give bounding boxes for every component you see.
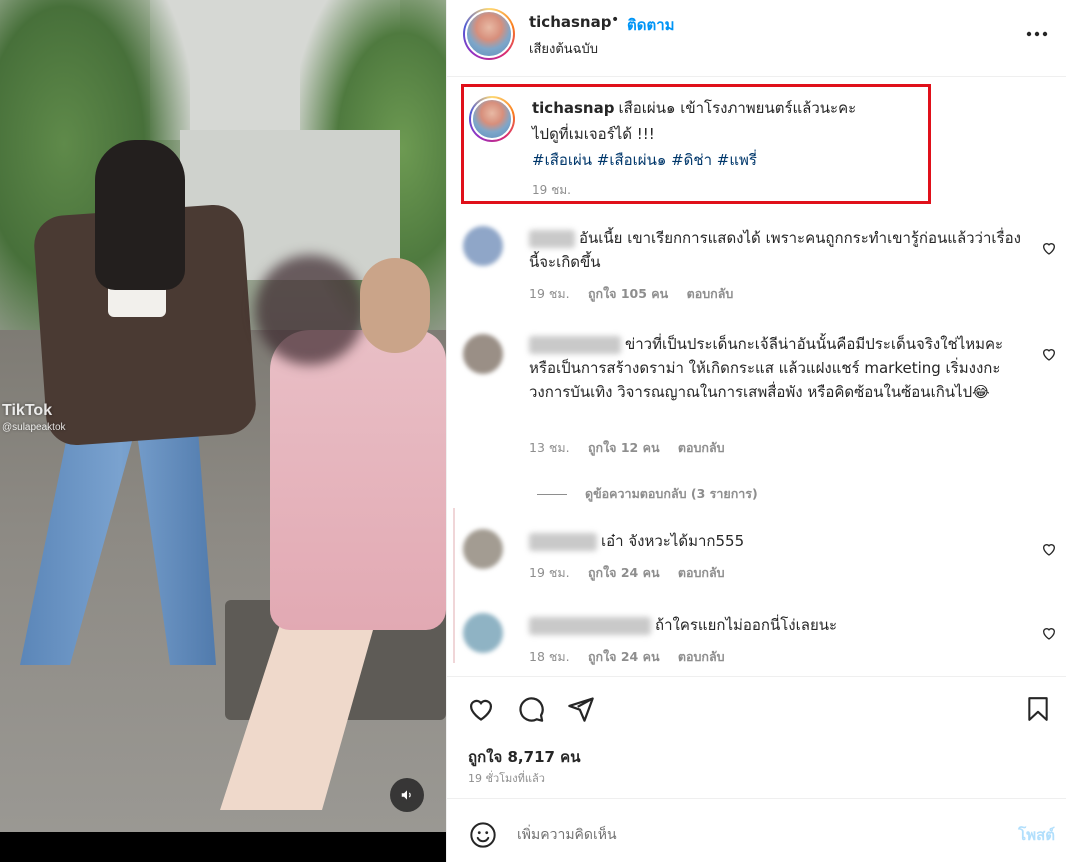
- comment-input[interactable]: [517, 823, 977, 847]
- commenter-name-blurred[interactable]: [529, 532, 597, 551]
- comment-meta: 13 ชม. ถูกใจ 12 คน ตอบกลับ: [529, 438, 739, 458]
- comment-meta: 19 ชม. ถูกใจ 24 คน ตอบกลับ: [529, 563, 739, 583]
- comment-likes[interactable]: ถูกใจ 24 คน: [588, 649, 660, 664]
- more-icon: [1026, 31, 1048, 37]
- view-replies-button[interactable]: ดูข้อความตอบกลับ (3 รายการ): [537, 484, 758, 504]
- tiktok-watermark: TikTok @sulapeaktok: [2, 402, 66, 433]
- caption-username[interactable]: tichasnap: [532, 99, 614, 117]
- post-media: TikTok @sulapeaktok: [0, 0, 446, 862]
- nested-replies-indicator: [453, 508, 455, 663]
- heart-icon: [1042, 243, 1056, 255]
- commenter-name-blurred[interactable]: [529, 335, 621, 354]
- more-options-button[interactable]: [1025, 22, 1049, 46]
- video-player[interactable]: [0, 0, 446, 832]
- comment-button[interactable]: [515, 693, 547, 725]
- heart-icon: [469, 699, 493, 721]
- comment-composer: โพสต์: [447, 798, 1066, 862]
- like-button[interactable]: [465, 693, 497, 725]
- post-dialog: TikTok @sulapeaktok tichasnap • ติดตาม เ…: [0, 0, 1066, 862]
- comment-reply-button[interactable]: ตอบกลับ: [678, 565, 725, 580]
- heart-icon: [1042, 544, 1056, 556]
- comment-text: ถ้าใครแยกไม่ออกนี่โง่เลยนะ: [655, 616, 838, 634]
- comment-meta: 19 ชม. ถูกใจ 105 คน ตอบกลับ: [529, 284, 747, 304]
- share-button[interactable]: [565, 693, 597, 725]
- heart-icon: [1042, 349, 1056, 361]
- watermark-handle: @sulapeaktok: [2, 422, 66, 433]
- save-button[interactable]: [1022, 693, 1054, 725]
- comment-reply-button[interactable]: ตอบกลับ: [678, 649, 725, 664]
- commenter-name-blurred[interactable]: [529, 229, 575, 248]
- comment-text: เอ๋า จังหวะได้มาก555: [601, 532, 745, 550]
- post-actions: ถูกใจ 8,717 คน 19 ชั่วโมงที่แล้ว: [447, 676, 1066, 798]
- caption-line-2: ไปดูที่เมเจอร์ได้ !!!: [532, 125, 655, 143]
- comment-text-block: เอ๋า จังหวะได้มาก555: [529, 529, 1029, 553]
- comment-time: 19 ชม.: [529, 565, 570, 580]
- post-comment-button[interactable]: โพสต์: [1018, 823, 1055, 847]
- comment-text-block: ถ้าใครแยกไม่ออกนี่โง่เลยนะ: [529, 613, 1029, 637]
- author-username[interactable]: tichasnap: [529, 13, 611, 31]
- comment-text: อันเนี้ย เขาเรียกการแสดงได้ เพราะคนถูกกร…: [529, 229, 1021, 271]
- caption-author-avatar[interactable]: [469, 96, 515, 142]
- post-sidebar: tichasnap • ติดตาม เสียงต้นฉบับ tichasna…: [446, 0, 1066, 862]
- watermark-brand: TikTok: [2, 402, 53, 419]
- caption-time: 19 ชม.: [532, 183, 571, 197]
- comment-like-button[interactable]: [1041, 346, 1057, 362]
- person-left-hair: [95, 140, 185, 290]
- comment-like-button[interactable]: [1041, 541, 1057, 557]
- share-icon: [568, 697, 594, 722]
- speaker-icon: [401, 790, 411, 800]
- person-right-head: [360, 258, 430, 353]
- likes-count[interactable]: ถูกใจ 8,717 คน: [468, 745, 580, 769]
- emoji-button[interactable]: [469, 821, 497, 849]
- emoji-icon: [470, 822, 496, 848]
- author-avatar[interactable]: [463, 8, 515, 60]
- comment-text-block: อันเนี้ย เขาเรียกการแสดงได้ เพราะคนถูกกร…: [529, 226, 1029, 274]
- commenter-name-blurred[interactable]: [529, 616, 651, 635]
- comment-time: 19 ชม.: [529, 286, 570, 301]
- follow-button[interactable]: ติดตาม: [627, 13, 675, 37]
- heart-icon: [1042, 628, 1056, 640]
- comment-time: 13 ชม.: [529, 440, 570, 455]
- header-separator: •: [611, 12, 620, 28]
- comment-icon: [519, 697, 544, 722]
- comment-likes[interactable]: ถูกใจ 24 คน: [588, 565, 660, 580]
- audio-label[interactable]: เสียงต้นฉบับ: [529, 38, 598, 59]
- commenter-avatar[interactable]: [463, 529, 503, 569]
- sound-toggle-button[interactable]: [390, 778, 424, 812]
- flying-hair: [255, 255, 365, 365]
- comment-likes[interactable]: ถูกใจ 105 คน: [588, 286, 668, 301]
- comment-reply-button[interactable]: ตอบกลับ: [687, 286, 734, 301]
- caption-hashtags[interactable]: #เสือเผ่น #เสือเผ่น๑ #ดิช่า #แพรี่: [532, 147, 912, 173]
- posted-time: 19 ชั่วโมงที่แล้ว: [468, 772, 545, 785]
- comment-likes[interactable]: ถูกใจ 12 คน: [588, 440, 660, 455]
- comment-like-button[interactable]: [1041, 240, 1057, 256]
- bookmark-icon: [1028, 697, 1048, 721]
- comment-meta: 18 ชม. ถูกใจ 24 คน ตอบกลับ: [529, 647, 739, 667]
- person-right-dress: [270, 330, 446, 630]
- comment-time: 18 ชม.: [529, 649, 570, 664]
- commenter-avatar[interactable]: [463, 613, 503, 653]
- comment-reply-button[interactable]: ตอบกลับ: [678, 440, 725, 455]
- commenter-avatar[interactable]: [463, 226, 503, 266]
- caption-text: tichasnap เสือเผ่น๑ เข้าโรงภาพยนตร์แล้วนะ…: [532, 95, 912, 173]
- comment-text-block: ข่าวที่เป็นประเด็นกะเจ้ลีน่าอันนั้นคือมี…: [529, 332, 1029, 404]
- caption-line-1: เสือเผ่น๑ เข้าโรงภาพยนตร์แล้วนะคะ: [618, 99, 857, 117]
- commenter-avatar[interactable]: [463, 334, 503, 374]
- replies-divider: [537, 493, 567, 495]
- comments-scroll-area[interactable]: tichasnap เสือเผ่น๑ เข้าโรงภาพยนตร์แล้วนะ…: [447, 78, 1066, 676]
- comment-like-button[interactable]: [1041, 625, 1057, 641]
- view-replies-label: ดูข้อความตอบกลับ (3 รายการ): [585, 486, 758, 501]
- post-caption: tichasnap เสือเผ่น๑ เข้าโรงภาพยนตร์แล้วนะ…: [461, 84, 931, 204]
- post-header: tichasnap • ติดตาม เสียงต้นฉบับ: [447, 0, 1066, 77]
